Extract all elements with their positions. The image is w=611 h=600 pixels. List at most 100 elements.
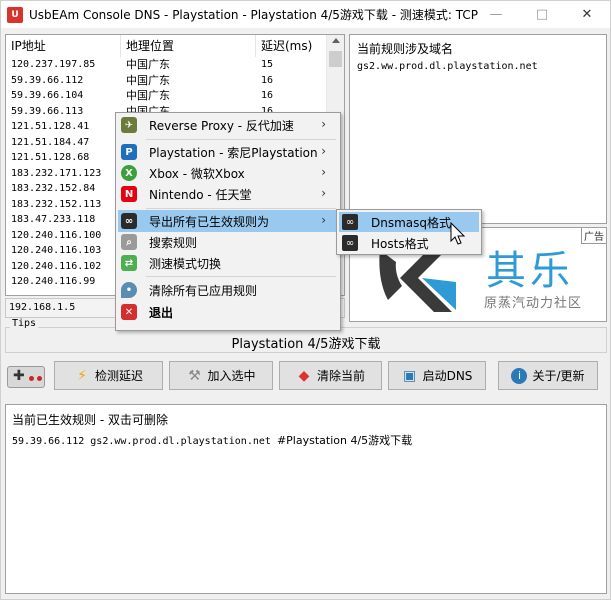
- start-dns-button[interactable]: ▣ 启动DNS: [388, 361, 486, 390]
- export-icon: ∞: [342, 235, 358, 251]
- ip-cell: 121.51.128.41: [11, 121, 90, 132]
- column-header-geo[interactable]: 地理位置: [121, 35, 256, 57]
- menu-separator: [146, 276, 336, 277]
- maximize-button[interactable]: □: [519, 1, 565, 28]
- ip-cell: 121.51.184.47: [11, 136, 90, 148]
- chevron-right-icon: ›: [321, 186, 326, 200]
- menu-label: 搜索规则: [149, 235, 198, 250]
- table-row[interactable]: 59.39.66.112 中国广东 16: [6, 73, 326, 89]
- ip-list-header: IP地址 地理位置 延迟(ms): [6, 35, 326, 57]
- ip-cell: 120.240.116.103: [11, 245, 102, 256]
- app-window: U UsbEAm Console DNS - Playstation - Pla…: [0, 0, 611, 600]
- ip-cell: 183.232.152.113: [11, 198, 102, 210]
- geo-cell: 中国广东: [126, 89, 170, 102]
- clear-current-label: 清除当前: [316, 369, 365, 383]
- ip-cell: 183.232.152.84: [11, 183, 96, 194]
- ad-tag: 广告: [581, 228, 606, 244]
- menu-item-reverse-proxy[interactable]: ✈ Reverse Proxy - 反代加速 ›: [118, 114, 338, 136]
- add-selected-label: 加入选中: [207, 369, 256, 383]
- delay-cell: 16: [261, 90, 274, 101]
- menu-item-exit[interactable]: ✕ 退出: [118, 301, 338, 323]
- title-bar: U UsbEAm Console DNS - Playstation - Pla…: [1, 1, 610, 28]
- export-icon: ∞: [121, 213, 137, 229]
- chevron-right-icon: ›: [321, 117, 326, 131]
- submenu-label: Dnsmasq格式: [371, 215, 452, 230]
- table-row[interactable]: 120.237.197.85 中国广东 15: [6, 57, 326, 73]
- menu-label: 清除所有已应用规则: [149, 283, 258, 298]
- hammer-icon: ⚒: [188, 367, 201, 384]
- network-icon: ▣: [402, 367, 417, 384]
- ip-cell: 120.240.116.102: [11, 260, 102, 272]
- menu-label: Nintendo - 任天堂: [149, 187, 252, 202]
- rocket-icon: ✈: [121, 117, 137, 133]
- gamepad-icon: ✚: [13, 368, 25, 384]
- scroll-thumb[interactable]: [329, 51, 342, 67]
- switch-icon: ⇄: [121, 255, 137, 271]
- column-header-ip[interactable]: IP地址: [6, 35, 121, 57]
- menu-label: Xbox - 微软Xbox: [149, 166, 245, 181]
- table-row[interactable]: 59.39.66.104 中国广东 16: [6, 88, 326, 104]
- xbox-icon: X: [121, 165, 137, 181]
- eraser-icon: ◆: [298, 367, 310, 384]
- menu-label: 退出: [149, 305, 174, 320]
- menu-item-switch-mode[interactable]: ⇄ 测速模式切换: [118, 252, 338, 274]
- geo-cell: 中国广东: [126, 58, 170, 71]
- search-icon: ⌕: [121, 234, 137, 250]
- menu-item-clear-all[interactable]: • 清除所有已应用规则: [118, 279, 338, 301]
- ip-cell: 183.232.171.123: [11, 167, 102, 179]
- info-icon: i: [511, 367, 528, 384]
- gamepad-button[interactable]: ✚: [7, 366, 45, 388]
- add-selected-button[interactable]: ⚒ 加入选中: [169, 361, 273, 390]
- start-dns-label: 启动DNS: [422, 369, 473, 383]
- menu-label: Playstation - 索尼Playstation: [149, 145, 318, 160]
- chevron-right-icon: ›: [321, 213, 326, 227]
- context-menu: ✈ Reverse Proxy - 反代加速 › P Playstation -…: [115, 112, 341, 331]
- chevron-right-icon: ›: [321, 165, 326, 179]
- rule-domain: gs2.ww.prod.dl.playstation.net: [90, 436, 271, 447]
- ip-cell: 59.39.66.104: [11, 90, 84, 101]
- menu-separator: [146, 139, 336, 140]
- ip-cell: 59.39.66.113: [11, 105, 84, 117]
- menu-item-search-rules[interactable]: ⌕ 搜索规则: [118, 231, 338, 253]
- ad-brand-text: 其乐: [486, 248, 574, 294]
- delay-cell: 16: [261, 74, 274, 86]
- ip-cell: 183.47.233.118: [11, 214, 96, 225]
- ip-cell: 59.39.66.112: [11, 74, 84, 86]
- lightning-icon: ⚡: [77, 367, 87, 384]
- ip-cell: 120.240.116.99: [11, 276, 96, 287]
- gamepad-dot: [37, 376, 42, 381]
- app-icon: U: [7, 6, 23, 23]
- menu-item-xbox[interactable]: X Xbox - 微软Xbox ›: [118, 162, 338, 184]
- close-button[interactable]: ✕: [564, 1, 610, 28]
- chevron-right-icon: ›: [321, 144, 326, 158]
- menu-item-playstation[interactable]: P Playstation - 索尼Playstation ›: [118, 141, 338, 163]
- about-update-button[interactable]: i 关于/更新: [498, 361, 598, 390]
- menu-item-export-rules[interactable]: ∞ 导出所有已生效规则为 ›: [118, 210, 338, 232]
- mouse-cursor-icon: [450, 222, 466, 245]
- menu-label: 导出所有已生效规则为: [149, 214, 270, 229]
- geo-cell: 中国广东: [126, 73, 170, 87]
- scroll-up-icon[interactable]: [332, 38, 340, 43]
- ip-cell: 121.51.128.68: [11, 152, 90, 163]
- menu-label: 测速模式切换: [149, 256, 222, 271]
- clear-current-button[interactable]: ◆ 清除当前: [279, 361, 382, 390]
- domain-panel: 当前规则涉及域名 gs2.ww.prod.dl.playstation.net: [349, 34, 607, 224]
- column-header-delay[interactable]: 延迟(ms): [256, 35, 326, 57]
- active-rules-title: 当前已生效规则 - 双击可删除: [12, 413, 168, 427]
- ip-cell: 120.240.116.100: [11, 229, 102, 241]
- toolbar: ✚ ⚡ 检测延迟 ⚒ 加入选中 ◆ 清除当前 ▣ 启动DNS i 关于/更新: [1, 359, 611, 393]
- minimize-button[interactable]: —: [473, 1, 519, 28]
- active-rules-panel: 当前已生效规则 - 双击可删除 59.39.66.112 gs2.ww.prod…: [5, 404, 607, 594]
- nintendo-icon: N: [121, 186, 137, 202]
- check-delay-button[interactable]: ⚡ 检测延迟: [54, 361, 163, 390]
- submenu-label: Hosts格式: [371, 236, 429, 251]
- tips-text: Playstation 4/5游戏下载: [231, 337, 381, 352]
- rule-ip: 59.39.66.112: [12, 436, 85, 447]
- domain-panel-title: 当前规则涉及域名: [357, 42, 454, 56]
- ad-subtitle: 原蒸汽动力社区: [484, 296, 583, 311]
- menu-label: Reverse Proxy - 反代加速: [149, 118, 294, 133]
- about-update-label: 关于/更新: [532, 369, 585, 383]
- menu-item-nintendo[interactable]: N Nintendo - 任天堂 ›: [118, 183, 338, 205]
- domain-item[interactable]: gs2.ww.prod.dl.playstation.net: [357, 61, 538, 72]
- active-rule-item[interactable]: 59.39.66.112 gs2.ww.prod.dl.playstation.…: [12, 432, 412, 448]
